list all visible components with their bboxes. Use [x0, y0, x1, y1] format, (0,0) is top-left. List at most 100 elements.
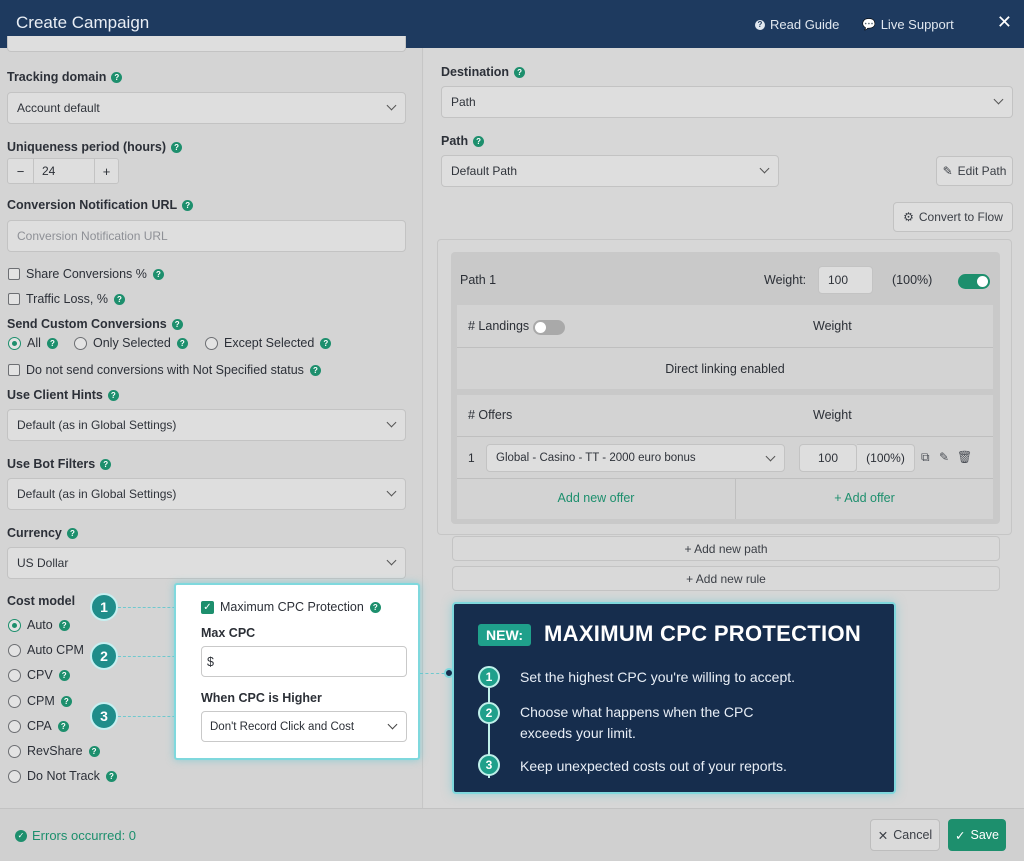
offer-row-index: 1 [468, 451, 475, 465]
cost-model-cpm[interactable]: CPM? [8, 694, 72, 708]
help-icon[interactable]: ? [171, 141, 183, 153]
chevron-down-icon [386, 417, 397, 428]
help-icon[interactable]: ? [309, 364, 321, 376]
conversion-url-input[interactable]: Conversion Notification URL [7, 220, 406, 252]
cost-model-auto[interactable]: Auto? [8, 618, 70, 632]
path-enabled-toggle[interactable] [958, 274, 990, 289]
cost-model-revshare[interactable]: RevShare? [8, 744, 100, 758]
status-text: ✓ Errors occurred: 0 [15, 828, 136, 843]
help-icon[interactable]: ? [88, 745, 100, 757]
clipped-field [7, 36, 406, 52]
add-new-path-button[interactable]: + Add new path [452, 536, 1000, 561]
help-icon[interactable]: ? [369, 601, 381, 613]
connector-dot [444, 668, 454, 678]
help-icon[interactable]: ? [57, 720, 69, 732]
max-cpc-checkbox[interactable]: ✓ Maximum CPC Protection ? [201, 600, 381, 614]
step-badge-3: 3 [90, 702, 118, 730]
live-support-link[interactable]: 💬 Live Support [862, 17, 954, 32]
cost-model-auto-cpm[interactable]: Auto CPM [8, 643, 84, 657]
callout-step-3: 3 [478, 754, 500, 776]
new-badge: NEW: [478, 624, 532, 646]
weight-label: Weight: [764, 273, 807, 287]
radio-except-selected[interactable]: Except Selected? [205, 336, 332, 350]
checkmark-icon: ✓ [201, 600, 214, 614]
offer-weight-percent: (100%) [857, 444, 915, 472]
currency-select[interactable]: US Dollar [7, 547, 406, 579]
help-icon[interactable]: ? [514, 66, 526, 78]
landings-toggle[interactable] [533, 320, 565, 335]
convert-to-flow-button[interactable]: ⚙ Convert to Flow [893, 202, 1013, 232]
help-icon[interactable]: ? [152, 268, 164, 280]
help-icon[interactable]: ? [46, 337, 58, 349]
save-button[interactable]: ✓ Save [948, 819, 1006, 851]
help-icon[interactable]: ? [113, 293, 125, 305]
path-weight-input[interactable]: 100 [818, 266, 873, 294]
not-specified-checkbox[interactable]: Do not send conversions with Not Specifi… [8, 363, 321, 377]
help-icon[interactable]: ? [107, 389, 119, 401]
help-icon[interactable]: ? [320, 337, 332, 349]
add-offer-button[interactable]: + Add offer [736, 491, 993, 505]
path-select[interactable]: Default Path [441, 155, 779, 187]
max-cpc-popup: ✓ Maximum CPC Protection ? Max CPC $ Whe… [174, 583, 420, 760]
chevron-down-icon [993, 94, 1004, 105]
send-custom-label: Send Custom Conversions? [7, 317, 183, 331]
help-icon[interactable]: ? [111, 71, 123, 83]
check-icon: ✓ [955, 828, 966, 843]
help-icon[interactable]: ? [105, 770, 117, 782]
trash-icon[interactable]: 🗑 [957, 450, 972, 464]
radio-all[interactable]: All? [8, 336, 58, 350]
cost-model-cpa[interactable]: CPA? [8, 719, 69, 733]
max-cpc-label: Max CPC [201, 626, 256, 640]
callout-step-2-text: Choose what happens when the CPC exceeds… [520, 704, 754, 741]
chevron-down-icon [387, 719, 398, 730]
help-icon[interactable]: ? [176, 337, 188, 349]
cost-model-label: Cost model [7, 594, 76, 608]
feature-callout: NEW: MAXIMUM CPC PROTECTION 1 Set the hi… [452, 602, 896, 794]
help-icon[interactable]: ? [60, 695, 72, 707]
cpc-higher-label: When CPC is Higher [201, 691, 322, 705]
uniqueness-value[interactable]: 24 [34, 159, 94, 183]
increment-button[interactable]: + [94, 159, 118, 183]
add-new-rule-button[interactable]: + Add new rule [452, 566, 1000, 591]
offers-header: # Offers [468, 408, 513, 422]
close-icon[interactable]: ✕ [997, 12, 1012, 33]
path-label: Path? [441, 134, 485, 148]
bot-filters-select[interactable]: Default (as in Global Settings) [7, 478, 406, 510]
offer-weight-input[interactable]: 100 [799, 444, 857, 472]
share-conversions-checkbox[interactable]: Share Conversions %? [8, 267, 164, 281]
help-icon[interactable]: ? [182, 199, 194, 211]
offer-select[interactable]: Global - Casino - TT - 2000 euro bonus [486, 444, 785, 472]
help-icon[interactable]: ? [58, 669, 70, 681]
chevron-down-icon [386, 486, 397, 497]
help-icon[interactable]: ? [473, 135, 485, 147]
pencil-icon: ✎ [942, 164, 953, 178]
help-icon[interactable]: ? [100, 458, 112, 470]
cancel-button[interactable]: ✕ Cancel [870, 819, 940, 851]
cost-model-cpv[interactable]: CPV? [8, 668, 70, 682]
edit-path-button[interactable]: ✎ Edit Path [936, 156, 1013, 186]
chevron-down-icon [386, 555, 397, 566]
divider [457, 436, 993, 437]
x-icon: ✕ [877, 828, 889, 843]
cpc-higher-select[interactable]: Don't Record Click and Cost [201, 711, 407, 742]
client-hints-select[interactable]: Default (as in Global Settings) [7, 409, 406, 441]
read-guide-link[interactable]: ? Read Guide [755, 17, 839, 32]
cost-model-do-not-track[interactable]: Do Not Track? [8, 769, 117, 783]
external-link-icon[interactable]: ⧉ [921, 450, 930, 465]
decrement-button[interactable]: − [8, 159, 34, 183]
destination-select[interactable]: Path [441, 86, 1013, 118]
pencil-icon[interactable]: ✎ [939, 450, 949, 464]
help-icon[interactable]: ? [58, 619, 70, 631]
direct-linking-text: Direct linking enabled [665, 362, 785, 376]
callout-step-2: 2 [478, 702, 500, 724]
help-icon[interactable]: ? [171, 318, 183, 330]
tracking-domain-select[interactable]: Account default [7, 92, 406, 124]
add-new-offer-button[interactable]: Add new offer [457, 491, 735, 505]
tracking-domain-label: Tracking domain? [7, 70, 123, 84]
help-icon[interactable]: ? [66, 527, 78, 539]
radio-only-selected[interactable]: Only Selected? [74, 336, 188, 350]
divider [457, 347, 993, 348]
max-cpc-input[interactable]: $ [201, 646, 407, 677]
traffic-loss-checkbox[interactable]: Traffic Loss, %? [8, 292, 125, 306]
path-1-name: Path 1 [460, 273, 497, 287]
